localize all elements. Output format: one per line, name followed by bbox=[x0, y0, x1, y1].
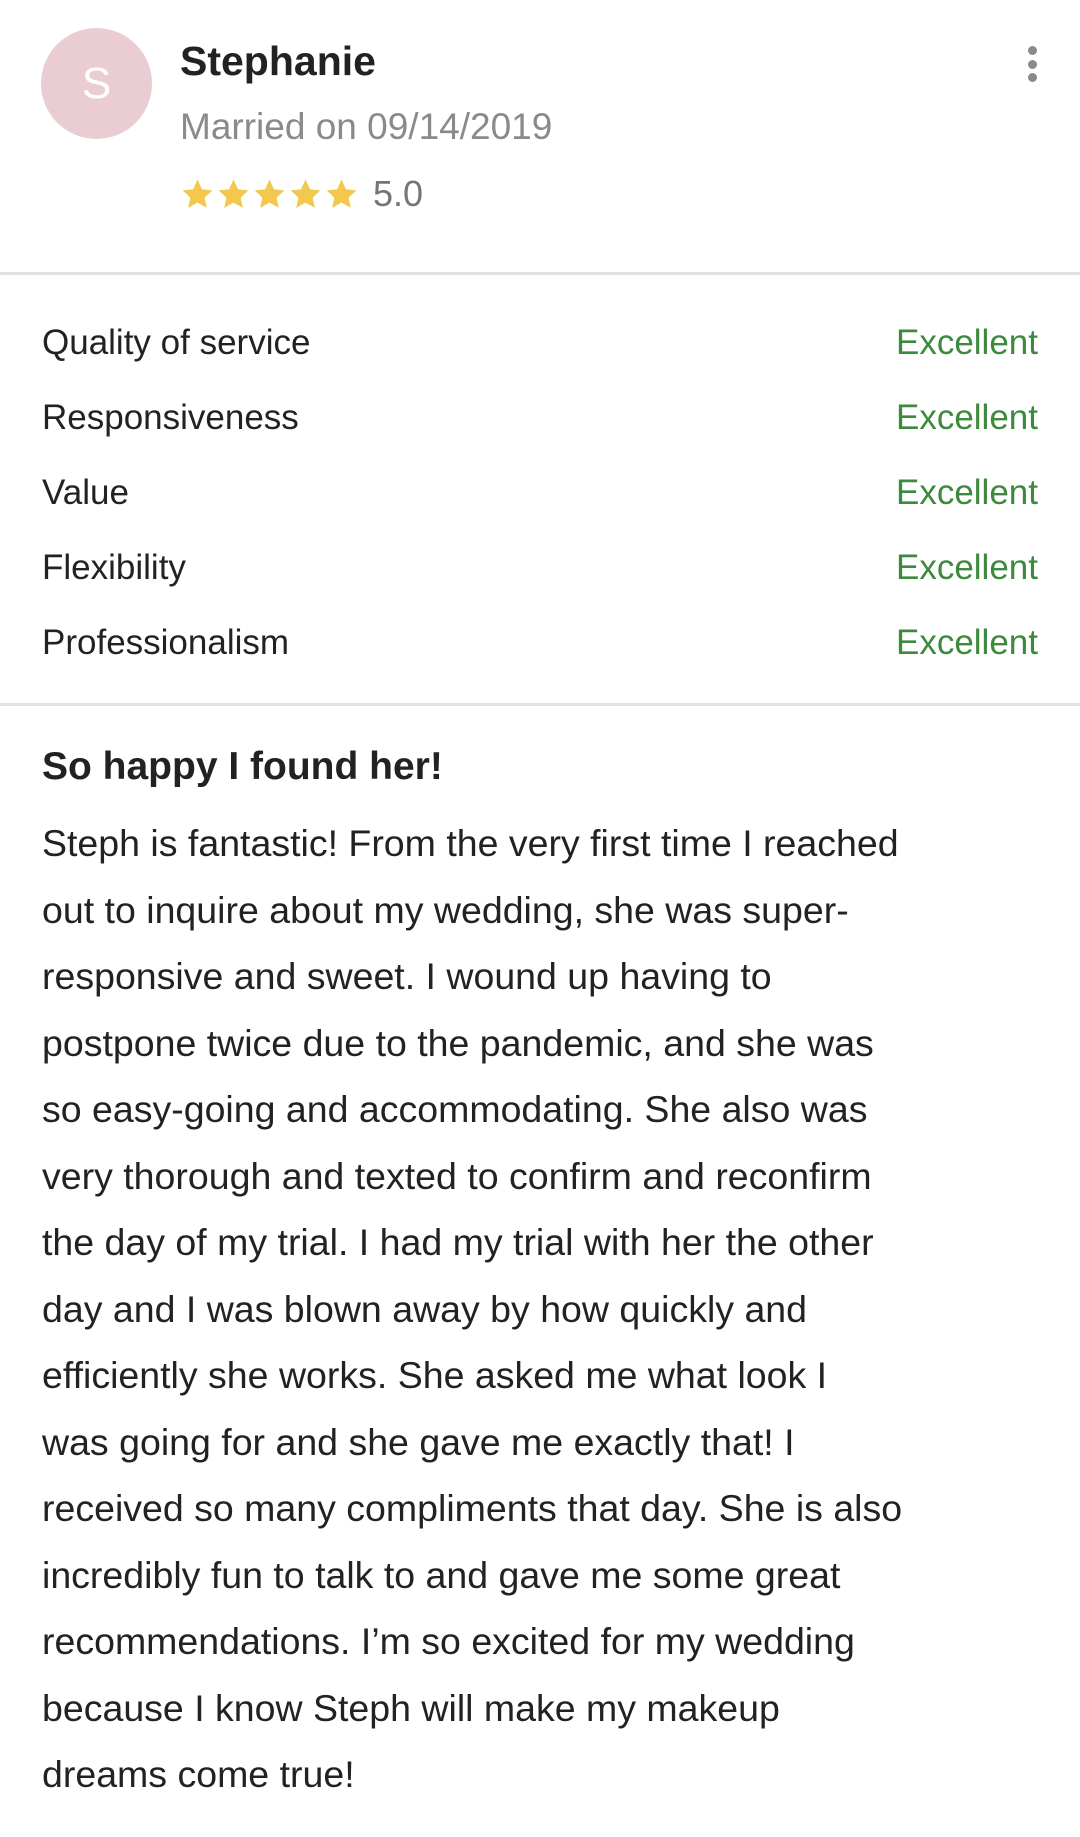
rating-label: Flexibility bbox=[42, 547, 186, 587]
review-line: so easy-going and accommodating. She als… bbox=[42, 1088, 868, 1130]
rating-row: Professionalism Excellent bbox=[42, 605, 1038, 680]
review-line: dreams come true! bbox=[42, 1753, 355, 1795]
star-icon bbox=[326, 179, 357, 208]
avatar: S bbox=[41, 28, 152, 139]
rating-grade: Excellent bbox=[895, 547, 1038, 587]
review-line: day and I was blown away by how quickly … bbox=[42, 1287, 808, 1330]
review-title: So happy I found her! bbox=[42, 745, 443, 788]
review-line: efficiently she works. She asked me what… bbox=[42, 1354, 828, 1396]
divider bbox=[0, 703, 1080, 706]
review-line: out to inquire about my wedding, she was… bbox=[42, 888, 849, 931]
rating-label: Quality of service bbox=[42, 322, 311, 362]
star-icon bbox=[254, 179, 285, 208]
more-vertical-icon bbox=[1027, 59, 1037, 69]
rating-grade: Excellent bbox=[895, 322, 1038, 362]
rating-label: Value bbox=[42, 472, 129, 512]
more-options-button[interactable] bbox=[1018, 42, 1046, 86]
review-line: Steph is fantastic! From the very first … bbox=[42, 822, 899, 864]
married-date: Married on 09/14/2019 bbox=[180, 106, 553, 147]
avatar-initial: S bbox=[81, 58, 112, 108]
rating-row: Responsiveness Excellent bbox=[42, 380, 1038, 455]
rating-row: Value Excellent bbox=[42, 455, 1038, 530]
category-ratings: Quality of service Excellent Responsivenes… bbox=[42, 305, 1038, 680]
star-icon bbox=[218, 179, 249, 208]
rating-grade: Excellent bbox=[895, 622, 1038, 662]
review-body: Steph is fantastic! From the very first … bbox=[42, 810, 1047, 1808]
rating-grade: Excellent bbox=[895, 472, 1038, 512]
review-line: responsive and sweet. I wound up having … bbox=[42, 955, 772, 997]
overall-rating: 5.0 bbox=[180, 172, 423, 216]
star-icon bbox=[290, 179, 321, 208]
review-line: received so many compliments that day. S… bbox=[42, 1487, 903, 1529]
review-line: very thorough and texted to confirm and … bbox=[42, 1154, 872, 1197]
review-line: postpone twice due to the pandemic, and … bbox=[42, 1021, 874, 1064]
star-icon bbox=[182, 179, 213, 208]
divider bbox=[0, 272, 1080, 275]
more-vertical-icon bbox=[1027, 73, 1037, 82]
rating-value: 5.0 bbox=[373, 173, 424, 214]
more-vertical-icon bbox=[1027, 46, 1037, 55]
review-line: because I know Steph will make my makeup bbox=[42, 1686, 780, 1729]
rating-row: Quality of service Excellent bbox=[42, 305, 1038, 380]
review-header: S Stephanie Married on 09/14/2019 5.0 bbox=[0, 0, 1080, 272]
rating-label: Responsiveness bbox=[42, 397, 299, 437]
rating-row: Flexibility Excellent bbox=[42, 530, 1038, 605]
review-line: incredibly fun to talk to and gave me so… bbox=[42, 1553, 841, 1596]
star-rating bbox=[180, 177, 359, 212]
review-line: was going for and she gave me exactly th… bbox=[42, 1420, 795, 1463]
review-line: recommendations. I’m so excited for my w… bbox=[42, 1620, 855, 1662]
review-line: the day of my trial. I had my trial with… bbox=[42, 1221, 874, 1263]
rating-label: Professionalism bbox=[42, 622, 290, 662]
rating-grade: Excellent bbox=[895, 397, 1038, 437]
reviewer-name: Stephanie bbox=[180, 38, 376, 84]
review-content: So happy I found her! Steph is fantastic… bbox=[42, 740, 1047, 1808]
